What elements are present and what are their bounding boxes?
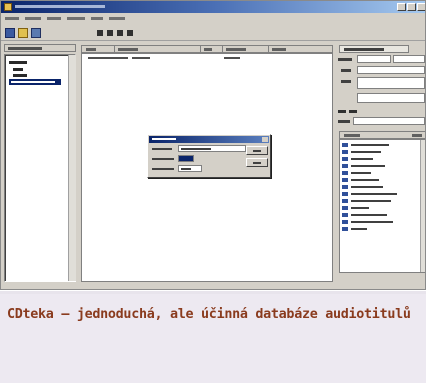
maximize-button[interactable] [407,3,416,11]
dialog-input-selected[interactable] [178,155,194,162]
dialog-label [152,158,174,160]
music-note-icon [342,157,348,161]
column-header[interactable] [204,48,212,51]
field-label [341,80,351,83]
nav-back-icon[interactable] [97,30,103,36]
dialog-input[interactable] [178,145,246,152]
menu-item[interactable] [91,17,103,20]
music-note-icon [342,164,348,168]
collection-tree[interactable] [4,54,76,282]
music-note-icon [342,220,348,224]
column-header[interactable] [226,48,246,51]
music-note-icon [342,150,348,154]
dialog [147,134,271,178]
dialog-input[interactable] [178,165,202,172]
tree-scrollbar[interactable] [68,55,76,281]
field-label [341,69,351,72]
tracks-header [339,131,425,139]
close-button[interactable] [417,3,425,11]
music-note-icon [342,143,348,147]
column-header[interactable] [118,48,138,51]
window-titlebar [1,1,425,13]
tracks-scrollbar[interactable] [420,140,425,272]
music-note-icon [342,171,348,175]
tree-item[interactable] [9,61,27,64]
nav-forward-icon[interactable] [107,30,113,36]
music-note-icon [342,199,348,203]
music-note-icon [342,213,348,217]
music-note-icon [342,227,348,231]
track-list[interactable] [339,139,425,273]
tree-header [4,44,76,52]
application-screenshot [0,0,426,290]
add-icon[interactable] [117,30,123,36]
column-header[interactable] [86,48,96,51]
grid-icon[interactable] [31,28,41,38]
menu-item[interactable] [5,17,19,20]
music-note-icon [342,178,348,182]
tree-item-selected[interactable] [9,79,61,85]
minimize-button[interactable] [397,3,406,11]
menu-item[interactable] [109,17,125,20]
app-icon [4,3,12,11]
music-note-icon [342,192,348,196]
detail-field[interactable] [393,55,425,63]
tree-item[interactable] [13,74,27,77]
menu-item[interactable] [67,17,85,20]
music-note-icon [342,206,348,210]
music-note-icon [342,185,348,189]
dialog-label [152,148,172,150]
detail-field[interactable] [357,77,425,89]
menu-item[interactable] [25,17,41,20]
dialog-label [152,168,174,170]
list-header [81,45,333,53]
field-label [338,58,352,61]
column-header[interactable] [272,48,286,51]
field-label [338,120,350,123]
toolbar [1,25,425,41]
detail-field[interactable] [353,117,425,125]
disk-icon[interactable] [5,28,15,38]
details-pane [335,43,425,283]
cancel-button[interactable] [246,158,268,167]
menu-bar [1,13,425,25]
ok-button[interactable] [246,146,268,155]
detail-field[interactable] [357,55,391,63]
window-title [15,5,105,8]
detail-field[interactable] [357,93,425,103]
detail-field[interactable] [357,66,425,74]
menu-item[interactable] [47,17,61,20]
tool-icon[interactable] [349,110,357,113]
folder-icon[interactable] [18,28,28,38]
details-header [339,45,409,53]
tree-item[interactable] [13,68,23,71]
figure-caption: CDteka – jednoduchá, ale účinná databáze… [7,307,411,322]
close-icon[interactable] [262,137,268,142]
delete-icon[interactable] [127,30,133,36]
dialog-titlebar [149,136,269,143]
tool-icon[interactable] [338,110,346,113]
